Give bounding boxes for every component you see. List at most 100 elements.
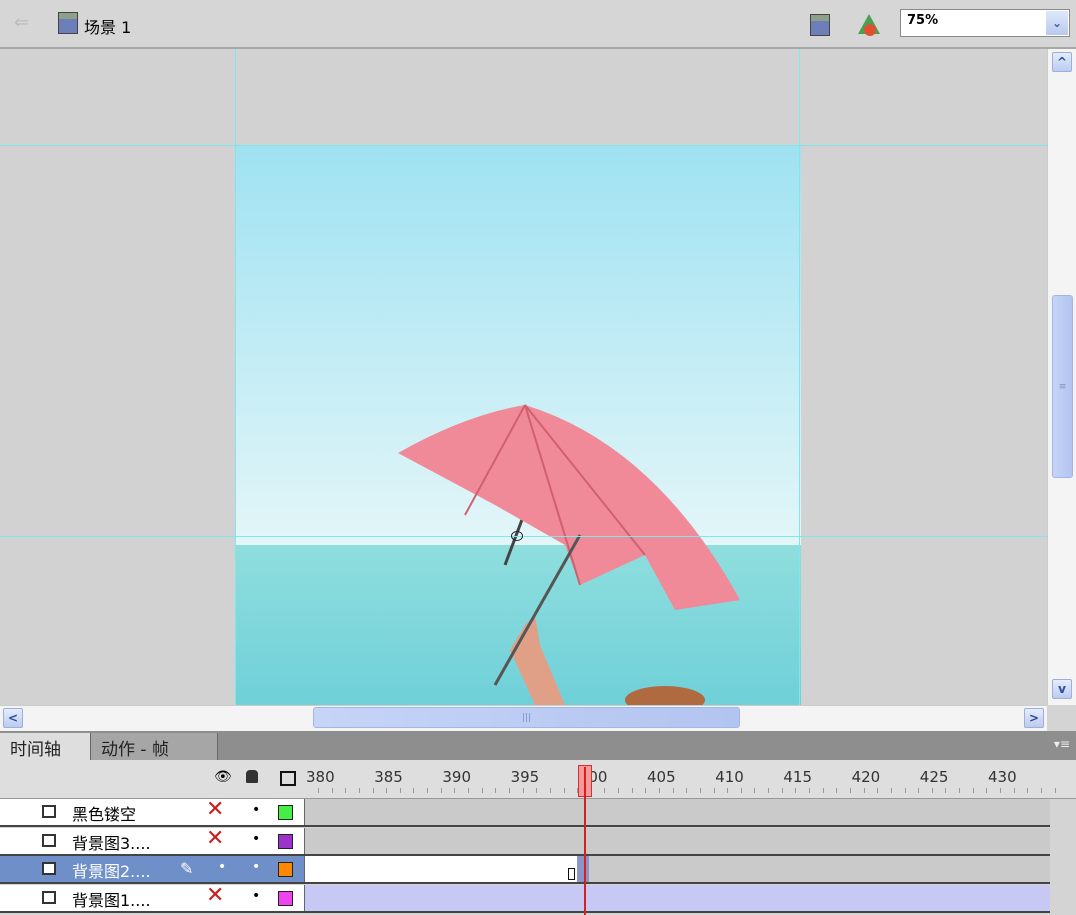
ruler-tick: [699, 788, 701, 793]
guide-horizontal[interactable]: [0, 145, 1047, 146]
layer-color-swatch[interactable]: [278, 862, 293, 877]
ruler-tick: [959, 788, 961, 793]
scene-clapper-icon: [58, 12, 78, 34]
end-frame-marker[interactable]: [568, 868, 575, 880]
guide-vertical[interactable]: [799, 49, 800, 705]
lock-dot[interactable]: •: [252, 859, 260, 875]
back-arrow-icon[interactable]: ⇐: [14, 12, 29, 33]
ruler-tick: [1000, 788, 1001, 793]
scroll-left-button[interactable]: <: [3, 708, 23, 728]
lock-icon[interactable]: [246, 770, 258, 783]
ruler-tick: [522, 788, 524, 793]
ruler-tick: [945, 788, 947, 793]
ruler-tick: [904, 788, 906, 793]
stage[interactable]: [0, 49, 1047, 705]
layer-row[interactable]: 背景图3.... ✕ •: [0, 826, 1050, 856]
layer-name[interactable]: 背景图3....: [72, 830, 151, 854]
tab-actions-frame[interactable]: 动作 - 帧: [90, 733, 218, 760]
guide-vertical[interactable]: [235, 49, 236, 705]
layer-color-swatch[interactable]: [278, 805, 293, 820]
ruler-label: 405: [647, 768, 676, 786]
lock-dot[interactable]: •: [252, 802, 260, 818]
timeline-ruler[interactable]: 👁 380 385 390 395 400 405 410 415 420 425 430: [0, 760, 1076, 799]
chevron-down-icon[interactable]: ⌄: [1046, 11, 1068, 35]
ruler-tick: [918, 788, 920, 793]
layer-icon: [42, 805, 56, 818]
ruler-label: 430: [988, 768, 1017, 786]
hidden-x-icon[interactable]: ✕: [206, 797, 224, 822]
transform-point-icon[interactable]: [511, 531, 523, 541]
scene-label[interactable]: 场景 1: [84, 14, 131, 38]
ruler-tick: [877, 788, 879, 793]
horizontal-scrollbar[interactable]: < ||| >: [0, 705, 1047, 731]
ruler-label: 420: [851, 768, 881, 786]
layer-header[interactable]: 黑色镂空 ✕ •: [0, 797, 304, 825]
ruler-tick: [386, 788, 388, 793]
layer-header[interactable]: 背景图3.... ✕ •: [0, 826, 304, 854]
layer-row[interactable]: 背景图2.... ✎ • •: [0, 856, 1050, 884]
ruler-label: 380: [306, 768, 335, 786]
outline-icon[interactable]: [280, 771, 296, 786]
layer-name[interactable]: 背景图2....: [72, 858, 151, 882]
layer-icon: [42, 890, 56, 904]
frame-span[interactable]: [305, 856, 577, 882]
layer-name[interactable]: 黑色镂空: [72, 801, 136, 825]
zoom-select[interactable]: 75% ⌄: [900, 9, 1070, 37]
layer-color-swatch[interactable]: [278, 890, 293, 906]
ruler-tick: [372, 788, 374, 793]
ruler-tick: [686, 788, 688, 793]
ruler-tick: [836, 788, 838, 793]
ruler-tick: [563, 788, 565, 793]
lock-dot[interactable]: •: [252, 831, 260, 847]
guide-horizontal[interactable]: [0, 536, 1047, 537]
ruler-tick: [413, 788, 415, 793]
playhead-line[interactable]: [584, 767, 586, 915]
layer-frames[interactable]: [304, 884, 1050, 911]
layer-frames[interactable]: [304, 856, 1050, 882]
ruler-label: 390: [442, 768, 472, 786]
eye-icon[interactable]: 👁: [214, 769, 232, 785]
ruler-tick: [986, 788, 988, 793]
hidden-x-icon[interactable]: ✕: [206, 883, 224, 908]
ruler-tick: [1040, 788, 1042, 793]
visible-dot[interactable]: •: [218, 859, 226, 875]
ruler-tick: [672, 788, 674, 793]
layer-header[interactable]: 背景图1.... ✕ •: [0, 883, 304, 911]
hidden-x-icon[interactable]: ✕: [206, 826, 224, 851]
ruler-tick: [795, 788, 797, 793]
ruler-label: 395: [510, 768, 540, 786]
scroll-up-button[interactable]: ^: [1052, 52, 1072, 72]
ruler-tick: [345, 788, 347, 793]
layer-header[interactable]: 背景图2.... ✎ • •: [0, 856, 304, 882]
ruler-label: 415: [783, 768, 813, 786]
ruler-tick: [931, 788, 933, 793]
layer-color-swatch[interactable]: [278, 833, 293, 849]
ruler-tick: [890, 788, 892, 793]
scroll-right-button[interactable]: >: [1024, 708, 1044, 728]
layer-row[interactable]: 黑色镂空 ✕ •: [0, 797, 1050, 827]
ruler-tick: [618, 788, 620, 793]
edit-scene-icon[interactable]: [810, 14, 830, 36]
layer-frames[interactable]: [304, 799, 1050, 825]
vertical-scrollbar[interactable]: ^ ≡ v: [1047, 49, 1076, 705]
ruler-tick: [659, 788, 660, 793]
ruler-tick: [863, 788, 865, 793]
lock-dot[interactable]: •: [252, 888, 260, 904]
layer-frames[interactable]: [304, 827, 1050, 854]
scroll-down-button[interactable]: v: [1052, 679, 1072, 699]
panel-menu-icon[interactable]: ▾≡: [1054, 737, 1070, 751]
ruler-tick: [972, 788, 974, 793]
pencil-icon: ✎: [180, 859, 194, 878]
layer-row[interactable]: 背景图1.... ✕ •: [0, 883, 1050, 913]
tab-timeline[interactable]: 时间轴: [0, 733, 90, 760]
keyframe[interactable]: [577, 856, 589, 882]
edit-bar: ⇐ 场景 1 75% ⌄: [0, 0, 1076, 49]
ruler-tick: [849, 788, 851, 793]
ruler-tick: [454, 788, 456, 793]
ruler-label: 425: [919, 768, 949, 786]
zoom-value: 75%: [907, 13, 939, 28]
layer-name[interactable]: 背景图1....: [72, 887, 151, 911]
horizontal-scroll-thumb[interactable]: |||: [313, 707, 740, 728]
ruler-tick: [604, 788, 606, 793]
vertical-scroll-thumb[interactable]: ≡: [1052, 295, 1073, 478]
